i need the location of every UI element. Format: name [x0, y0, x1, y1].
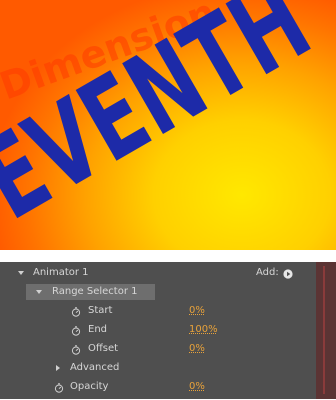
chevron-right-icon[interactable] [56, 365, 60, 371]
current-time-indicator[interactable] [323, 266, 325, 394]
chevron-down-icon[interactable] [36, 290, 42, 294]
opacity-row: Opacity 0% [0, 378, 316, 396]
offset-row: Offset 0% [0, 340, 316, 358]
start-label: Start [88, 305, 113, 316]
animator-row[interactable]: Animator 1 Add: [0, 264, 316, 282]
timeline-properties-panel: Animator 1 Add: Range Selector 1 Start 0… [0, 262, 336, 399]
opacity-label: Opacity [70, 381, 109, 392]
end-row: End 100% [0, 321, 316, 339]
advanced-row[interactable]: Advanced [0, 359, 316, 377]
composition-preview: Dimension SEVENTH [0, 0, 336, 250]
offset-label: Offset [88, 343, 119, 354]
add-label[interactable]: Add: [256, 264, 279, 282]
chevron-down-icon[interactable] [18, 271, 24, 275]
seventh-text: SEVENTH [0, 0, 331, 250]
range-selector-label: Range Selector 1 [52, 286, 138, 297]
stopwatch-icon[interactable] [71, 344, 81, 355]
preview-artwork: Dimension SEVENTH [0, 0, 331, 250]
stopwatch-icon[interactable] [54, 382, 64, 393]
start-value[interactable]: 0% [189, 302, 205, 320]
end-value[interactable]: 100% [189, 321, 218, 339]
timeline-track-strip[interactable] [316, 262, 336, 399]
opacity-value[interactable]: 0% [189, 378, 205, 396]
add-play-icon[interactable] [283, 268, 293, 279]
end-label: End [88, 324, 108, 335]
start-row: Start 0% [0, 302, 316, 320]
offset-value[interactable]: 0% [189, 340, 205, 358]
stopwatch-icon[interactable] [71, 306, 81, 317]
advanced-label: Advanced [70, 362, 120, 373]
stopwatch-icon[interactable] [71, 325, 81, 336]
range-selector-row[interactable]: Range Selector 1 [0, 283, 316, 301]
animator-label: Animator 1 [33, 267, 89, 278]
